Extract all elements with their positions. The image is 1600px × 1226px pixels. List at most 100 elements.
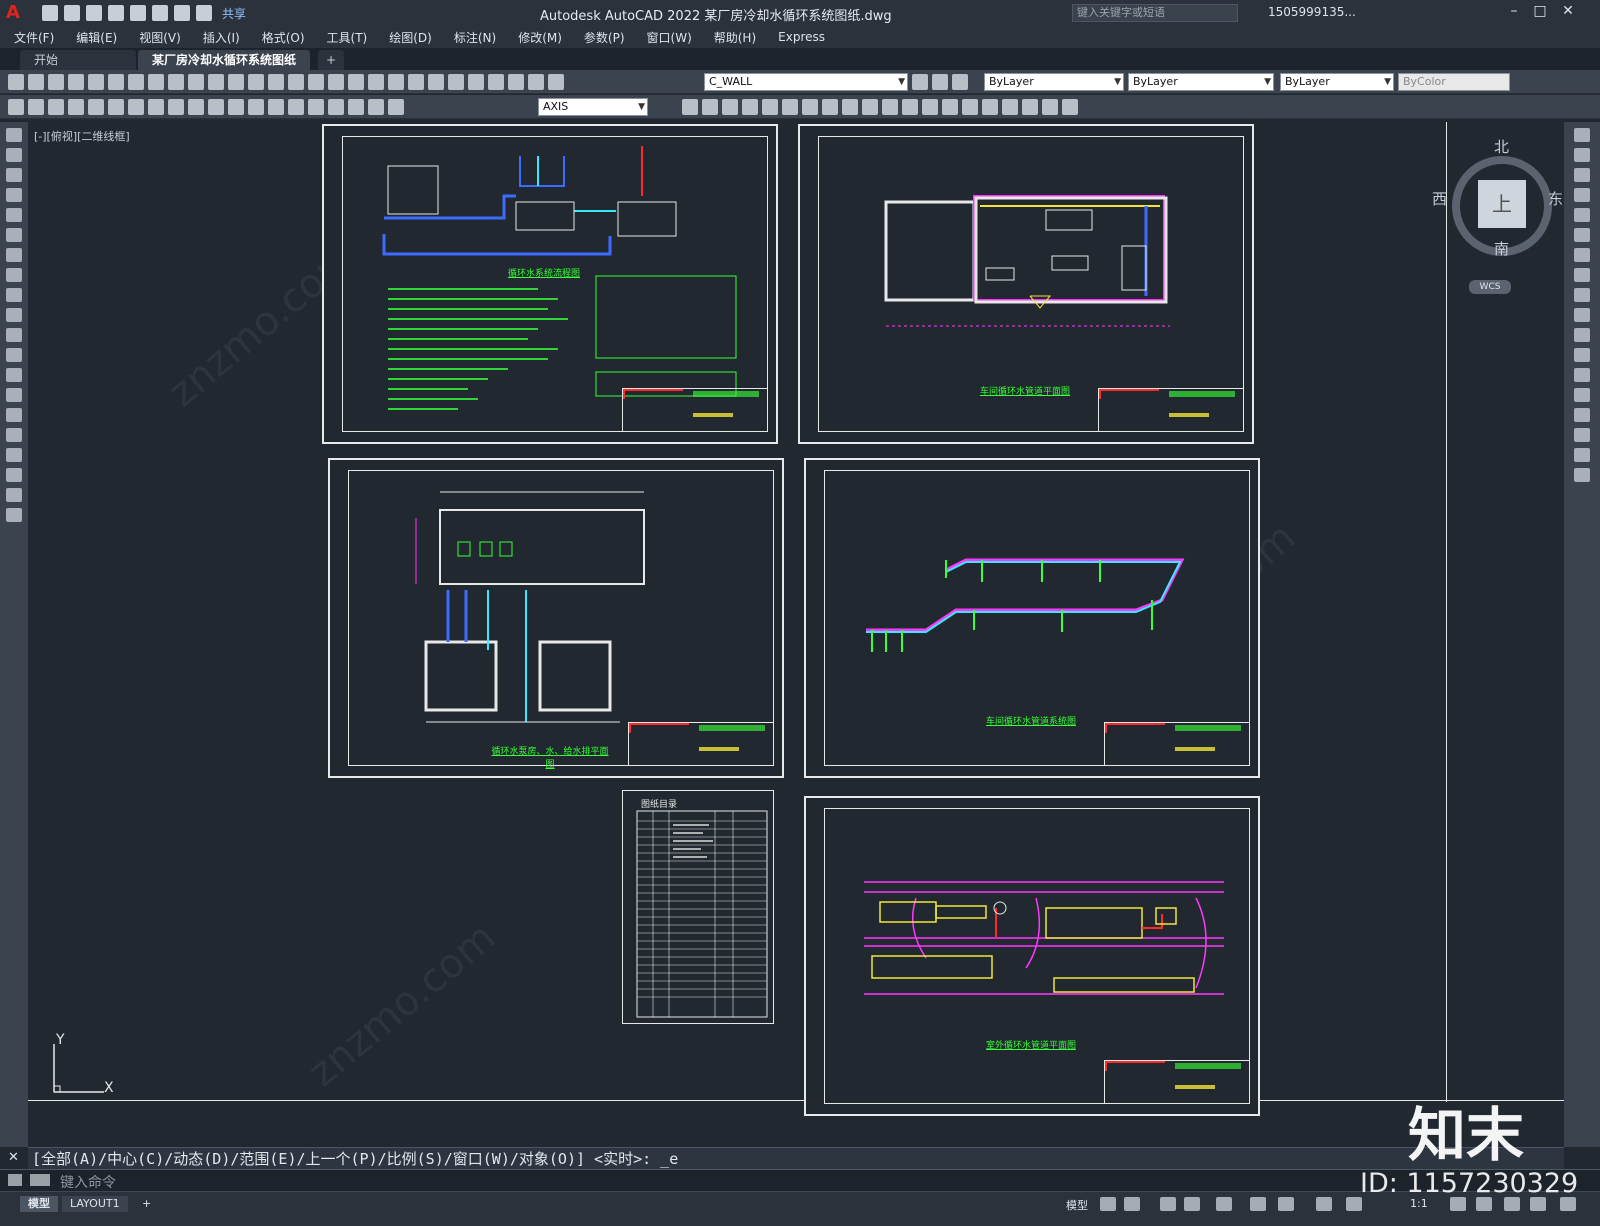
lineweight-combo[interactable]: ByLayer ▼ <box>1280 73 1394 91</box>
layer-previous-icon[interactable] <box>932 74 948 90</box>
table-icon[interactable] <box>6 468 22 482</box>
menu-edit[interactable]: 编辑(E) <box>76 29 117 46</box>
paste-icon[interactable] <box>188 74 204 90</box>
tab-drawing[interactable]: 某厂房冷却水循环系统图纸* <box>138 50 310 87</box>
maximize-icon[interactable]: □ <box>1530 3 1550 23</box>
redo-icon[interactable] <box>196 5 212 21</box>
drawing-sheet-index[interactable]: 图纸目录 <box>622 790 774 1024</box>
make-block-icon[interactable] <box>6 368 22 382</box>
move-icon[interactable] <box>1574 228 1590 242</box>
layer-state-icon[interactable] <box>952 74 968 90</box>
compass-south[interactable]: 南 <box>1494 238 1509 259</box>
tab-start[interactable]: 开始 <box>20 50 136 70</box>
arc-dim-icon[interactable] <box>48 99 64 115</box>
markup-icon[interactable] <box>428 74 444 90</box>
menu-help[interactable]: 帮助(H) <box>714 29 756 46</box>
baseline-dim-icon[interactable] <box>188 99 204 115</box>
polyline-icon[interactable] <box>6 168 22 182</box>
explode-icon[interactable] <box>982 99 998 115</box>
wcs-menu[interactable]: WCS <box>1469 280 1511 294</box>
mirror-icon[interactable] <box>1574 168 1590 182</box>
compass-north[interactable]: 北 <box>1494 136 1509 157</box>
annotation-visibility-icon[interactable] <box>1346 1197 1362 1211</box>
point-icon[interactable] <box>6 388 22 402</box>
menu-dimension[interactable]: 标注(N) <box>454 29 496 46</box>
gradient-icon[interactable] <box>6 428 22 442</box>
matchprop-icon[interactable] <box>208 74 224 90</box>
new-icon[interactable] <box>42 5 58 21</box>
copy-icon[interactable] <box>168 74 184 90</box>
compass-east[interactable]: 东 <box>1548 188 1563 209</box>
array-icon[interactable] <box>1574 208 1590 222</box>
layer-properties-icon[interactable] <box>488 74 504 90</box>
dimspace-icon[interactable] <box>228 99 244 115</box>
grid-icon[interactable] <box>1100 1197 1116 1211</box>
drawing-sheet-outdoor-plan[interactable]: 室外循环水管道平面图 <box>804 796 1260 1116</box>
pan-icon[interactable] <box>268 74 284 90</box>
zoom-previous-icon[interactable] <box>328 74 344 90</box>
erase-icon[interactable] <box>1574 128 1590 142</box>
block-icon[interactable] <box>1002 99 1018 115</box>
undo-icon[interactable] <box>228 74 244 90</box>
dimstyle-combo[interactable]: AXIS ▼ <box>538 98 648 116</box>
fullscreen-icon[interactable] <box>1530 1197 1546 1211</box>
properties-icon[interactable] <box>348 74 364 90</box>
arc-icon[interactable] <box>6 228 22 242</box>
group-icon[interactable] <box>1062 99 1078 115</box>
menu-format[interactable]: 格式(O) <box>262 29 305 46</box>
zoom-realtime-icon[interactable] <box>288 74 304 90</box>
open-web-icon[interactable] <box>130 5 146 21</box>
plot-icon[interactable] <box>152 5 168 21</box>
rotate-icon[interactable] <box>802 99 818 115</box>
inspect-icon[interactable] <box>308 99 324 115</box>
designcenter-icon[interactable] <box>368 74 384 90</box>
layer-combo[interactable]: C_WALL ▼ <box>704 73 908 91</box>
viewcube[interactable]: 上 北 南 东 西 <box>1432 138 1566 260</box>
tab-add[interactable]: + <box>318 50 344 70</box>
save-as-icon[interactable] <box>108 5 124 21</box>
join-icon[interactable] <box>1574 388 1590 402</box>
explode-icon[interactable] <box>1574 468 1590 482</box>
plot-icon[interactable] <box>68 74 84 90</box>
insert-icon[interactable] <box>1022 99 1038 115</box>
trim-icon[interactable] <box>1574 308 1590 322</box>
lock-icon[interactable] <box>548 74 564 90</box>
polygon-icon[interactable] <box>6 188 22 202</box>
copy-object-icon[interactable] <box>702 99 718 115</box>
menu-tools[interactable]: 工具(T) <box>327 29 368 46</box>
continue-dim-icon[interactable] <box>208 99 224 115</box>
open-icon[interactable] <box>64 5 80 21</box>
tab-model[interactable]: 模型 <box>20 1196 58 1212</box>
chamfer-icon[interactable] <box>942 99 958 115</box>
menu-draw[interactable]: 绘图(D) <box>389 29 432 46</box>
3dprint-icon[interactable] <box>128 74 144 90</box>
close-command-icon[interactable]: ✕ <box>8 1150 19 1165</box>
ordinate-dim-icon[interactable] <box>68 99 84 115</box>
save-icon[interactable] <box>86 5 102 21</box>
offset-icon[interactable] <box>1574 188 1590 202</box>
jogged-dim-icon[interactable] <box>108 99 124 115</box>
stretch-icon[interactable] <box>1574 288 1590 302</box>
line-icon[interactable] <box>6 128 22 142</box>
tolerance-icon[interactable] <box>268 99 284 115</box>
lineweight-icon[interactable] <box>1250 1197 1266 1211</box>
scale-icon[interactable] <box>822 99 838 115</box>
close-icon[interactable]: ✕ <box>1558 3 1578 23</box>
polar-icon[interactable] <box>1184 1197 1200 1211</box>
ellipse-arc-icon[interactable] <box>6 328 22 342</box>
ortho-icon[interactable] <box>1160 1197 1176 1211</box>
color-combo[interactable]: ByLayer ▼ <box>984 73 1124 91</box>
save-icon[interactable] <box>48 74 64 90</box>
help-icon[interactable] <box>468 74 484 90</box>
menu-modify[interactable]: 修改(M) <box>518 29 562 46</box>
selection-cycling-icon[interactable] <box>1278 1197 1294 1211</box>
linetype-combo[interactable]: ByLayer ▼ <box>1128 73 1274 91</box>
attdef-icon[interactable] <box>1042 99 1058 115</box>
break-icon[interactable] <box>1574 368 1590 382</box>
bulb-icon[interactable] <box>508 74 524 90</box>
circle-icon[interactable] <box>6 248 22 262</box>
chamfer-icon[interactable] <box>1574 408 1590 422</box>
hatch-icon[interactable] <box>6 408 22 422</box>
construction-line-icon[interactable] <box>6 148 22 162</box>
dimtedit-icon[interactable] <box>368 99 384 115</box>
